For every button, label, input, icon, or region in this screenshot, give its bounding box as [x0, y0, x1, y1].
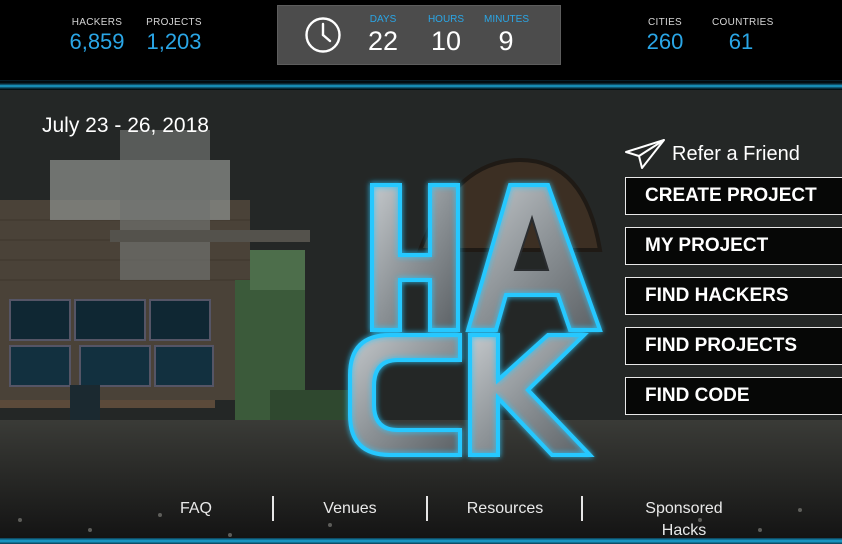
footer-separator	[581, 496, 583, 521]
refer-a-friend-label: Refer a Friend	[672, 142, 800, 165]
cities-count: 260	[646, 29, 684, 54]
days-label: DAYS	[369, 14, 397, 25]
paper-plane-icon	[625, 139, 665, 169]
days-value: 22	[368, 26, 399, 56]
find-code-button[interactable]: FIND CODE	[625, 377, 842, 415]
countries-count: 61	[728, 29, 754, 54]
hackers-label: HACKERS	[71, 17, 123, 28]
footer-link-venues[interactable]: Venues	[300, 498, 400, 520]
hours-value: 10	[430, 26, 462, 56]
refer-a-friend-link[interactable]: Refer a Friend	[624, 136, 800, 172]
footer-link-resources[interactable]: Resources	[450, 498, 560, 520]
countdown-hours: HOURS 10	[426, 14, 466, 57]
cities-stat: CITIES 260	[645, 17, 685, 55]
my-project-button[interactable]: MY PROJECT	[625, 227, 842, 265]
create-project-button[interactable]: CREATE PROJECT	[625, 177, 842, 215]
hours-label: HOURS	[427, 14, 465, 25]
sponsored-hacks-line-1: Sponsored	[645, 500, 723, 517]
projects-stat: PROJECTS 1,203	[144, 17, 204, 55]
countries-stat: COUNTRIES 61	[712, 17, 774, 55]
countdown-minutes: MINUTES 9	[484, 14, 529, 57]
minutes-value: 9	[498, 26, 514, 56]
clock-icon	[305, 17, 341, 53]
countries-label: COUNTRIES	[712, 17, 774, 28]
projects-label: PROJECTS	[146, 17, 202, 28]
minutes-label: MINUTES	[484, 14, 529, 25]
footer-separator	[272, 496, 274, 521]
footer-link-sponsored-hacks[interactable]: Sponsored Hacks	[628, 498, 740, 542]
hackers-count: 6,859	[69, 29, 125, 54]
countdown-panel: DAYS 22 HOURS 10 MINUTES 9	[277, 5, 561, 65]
cities-label: CITIES	[647, 17, 683, 28]
find-hackers-button[interactable]: FIND HACKERS	[625, 277, 842, 315]
hero-banner: July 23 - 26, 2018 Refer a Friend CREATE…	[0, 90, 842, 544]
hackers-stat: HACKERS 6,859	[68, 17, 126, 55]
projects-count: 1,203	[146, 29, 202, 54]
find-projects-button[interactable]: FIND PROJECTS	[625, 327, 842, 365]
neon-divider	[0, 80, 842, 90]
bottom-neon-line	[0, 538, 842, 544]
footer-link-faq[interactable]: FAQ	[160, 498, 232, 520]
event-dates: July 23 - 26, 2018	[42, 114, 209, 137]
countdown-days: DAYS 22	[368, 14, 398, 57]
footer-nav: FAQ Venues Resources Sponsored Hacks	[0, 492, 842, 544]
stats-bar: HACKERS 6,859 PROJECTS 1,203 DAYS 22 HOU…	[0, 0, 842, 80]
footer-separator	[426, 496, 428, 521]
